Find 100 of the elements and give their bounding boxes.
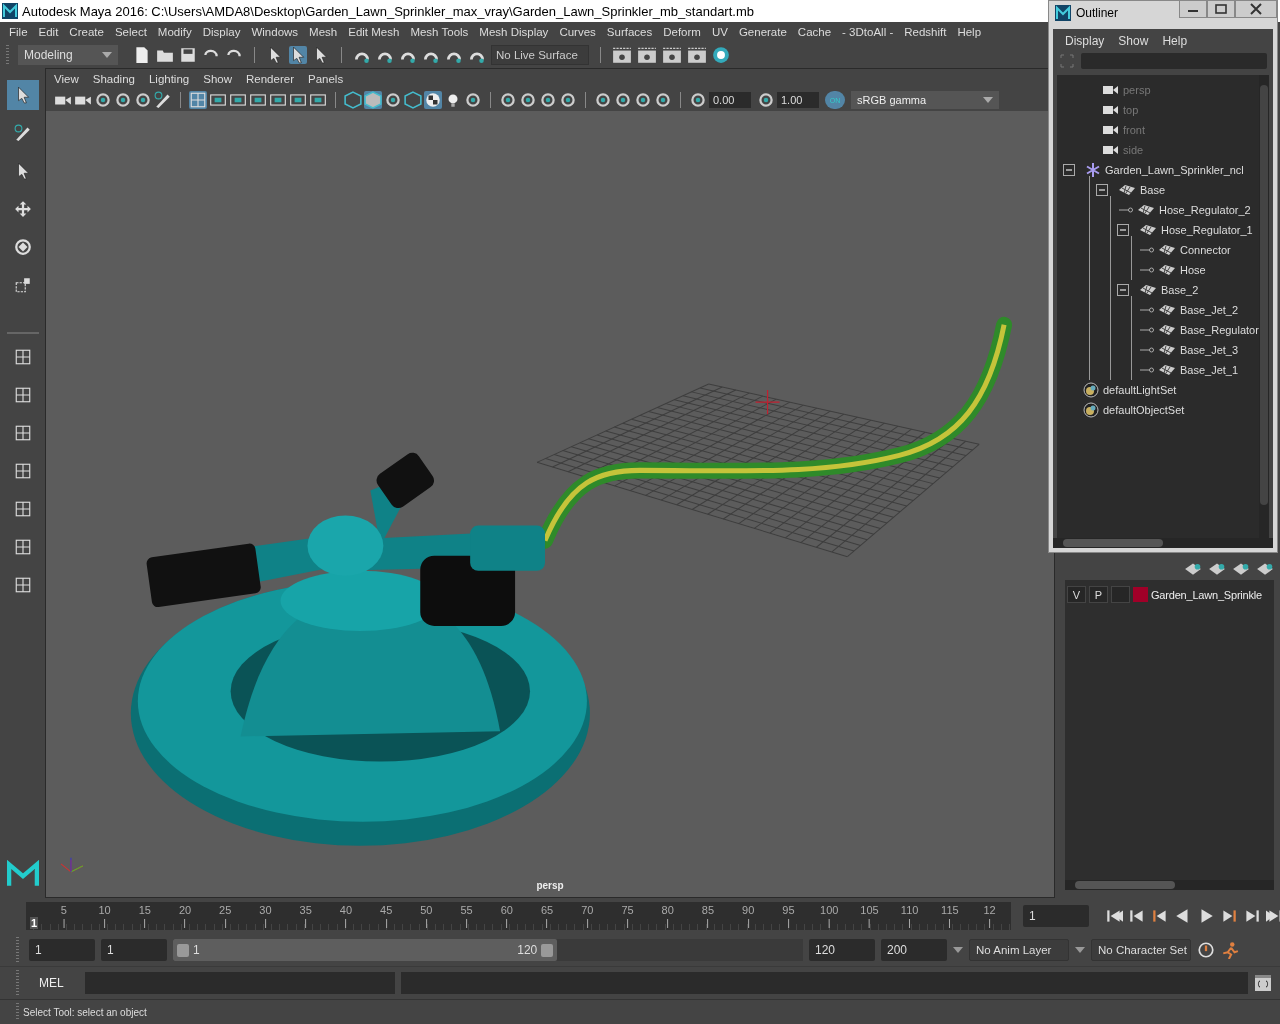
step-back-key-icon[interactable] [1128,907,1146,925]
scrollbar-thumb[interactable] [1063,539,1163,547]
menu-item[interactable]: Display [202,26,241,38]
panel-menu-item[interactable]: Lighting [148,73,190,85]
gate-mask-icon[interactable] [249,91,267,109]
menu-item[interactable]: - 3DtoAll - [842,26,894,38]
outliner-item[interactable]: defaultLightSet [1103,384,1177,396]
menu-item[interactable]: Help [1162,34,1188,48]
time-slider[interactable]: 1 5 10 15 20 25 30 35 40 45 50 55 60 65 70 75 80 85 90 95 100 105 110 115 12 [26,902,1011,930]
menu-item[interactable]: Mesh Tools [410,26,469,38]
render-view-icon[interactable] [612,46,632,64]
layer-name[interactable]: Garden_Lawn_Sprinkle [1151,588,1262,601]
outliner-item[interactable]: Hose_Regulator_1 [1161,224,1253,236]
hypershade-icon[interactable] [712,46,730,64]
end-time-field[interactable]: 200 [881,939,947,961]
playback-end-field[interactable]: 120 [809,939,875,961]
new-layer-icon[interactable] [1232,562,1250,576]
collapse-toggle[interactable] [1117,224,1129,236]
title-safe-icon[interactable] [309,91,327,109]
character-set-dropdown[interactable]: No Character Set [1091,939,1191,961]
script-editor-icon[interactable] [1254,974,1272,992]
menu-item[interactable]: UV [711,26,728,38]
render-settings-icon[interactable] [687,46,707,64]
outliner-item[interactable]: Base_Jet_2 [1180,304,1239,316]
go-start-icon[interactable] [1105,907,1123,925]
scrollbar-thumb[interactable] [1075,881,1175,889]
layer-color-swatch[interactable] [1133,587,1148,602]
menu-item[interactable]: Edit [38,26,59,38]
wireframe-shaded-icon[interactable] [404,91,422,109]
reference-toggle[interactable] [1111,586,1130,603]
save-icon[interactable] [179,46,197,64]
menu-item[interactable]: Curves [559,26,596,38]
collapse-toggle[interactable] [1117,284,1129,296]
collapse-toggle[interactable] [1063,164,1075,176]
safe-action-icon[interactable] [289,91,307,109]
minimize-icon[interactable] [1179,0,1207,18]
panel-menu-item[interactable]: Shading [92,73,135,85]
step-back-frame-icon[interactable] [1151,907,1169,925]
layout-icon[interactable] [13,576,32,594]
menu-item[interactable]: Redshift [904,26,947,38]
panel-menu-item[interactable]: Renderer [246,73,294,85]
move-layer-up-icon[interactable] [1184,562,1202,576]
search-field[interactable] [1081,53,1267,69]
scrollbar-thumb[interactable] [1260,85,1268,505]
field-chart-icon[interactable] [269,91,287,109]
menu-item[interactable]: Mesh Display [479,26,549,38]
menu-item[interactable]: Deform [663,26,701,38]
grid-icon[interactable] [189,91,207,109]
single-pane-icon[interactable] [13,348,32,366]
outliner-item[interactable]: Base_2 [1161,284,1199,296]
anim-layer-dropdown[interactable]: No Anim Layer [969,939,1069,961]
outliner-item[interactable]: Garden_Lawn_Sprinkler_ncl [1105,164,1244,176]
auto-key-icon[interactable] [1197,941,1215,959]
film-gate-icon[interactable] [209,91,227,109]
workspace-dropdown[interactable]: Modeling [18,45,118,65]
outliner-item[interactable]: Connector [1180,244,1231,256]
outliner-item[interactable]: Base [1140,184,1166,196]
select-object-icon[interactable] [289,46,307,64]
menu-item[interactable]: Edit Mesh [348,26,400,38]
rotate-icon[interactable] [13,238,32,256]
menu-item[interactable]: Show [1118,34,1149,48]
command-input-field[interactable] [85,972,395,994]
caret-icon[interactable] [1075,947,1085,953]
color-space-dropdown[interactable]: sRGB gamma [851,91,999,109]
two-pane-icon[interactable] [13,424,32,442]
caret-icon[interactable] [953,947,963,953]
collapse-toggle[interactable] [1096,184,1108,196]
gamma-field[interactable]: 1.00 [777,92,819,108]
current-frame-marker[interactable]: 1 [30,917,39,929]
start-time-field[interactable]: 1 [29,939,95,961]
panel-menu-item[interactable]: Panels [307,73,344,85]
range-slider-fill[interactable] [173,939,558,961]
outliner-item[interactable]: Base_Jet_3 [1180,344,1239,356]
ipr-render-icon[interactable] [662,46,682,64]
texture-icon[interactable] [424,91,442,109]
step-forward-frame-icon[interactable] [1220,907,1238,925]
file-icon[interactable] [133,46,151,64]
four-pane-icon[interactable] [13,386,32,404]
maximize-icon[interactable] [1207,0,1235,18]
menu-item[interactable]: File [9,26,28,38]
running-figure-icon[interactable] [1221,941,1239,959]
panel-menu-item[interactable]: View [54,73,79,85]
move-icon[interactable] [13,200,32,218]
menu-item[interactable]: Windows [251,26,299,38]
live-surface-field[interactable]: No Live Surface [491,45,589,65]
menu-item[interactable]: Mesh [309,26,338,38]
menu-item[interactable]: Help [957,26,982,38]
outliner-item[interactable]: Base_Jet_1 [1180,364,1239,376]
scale-icon[interactable] [13,276,32,294]
hypershade-pane-icon[interactable] [13,538,32,556]
range-slider[interactable]: 1 120 [173,939,803,961]
viewport[interactable]: persp [46,111,1054,897]
outliner-pane-icon[interactable] [13,462,32,480]
visibility-toggle[interactable]: V [1067,586,1086,603]
outliner-item[interactable]: Base_Regulator [1180,324,1259,336]
outliner-item[interactable]: defaultObjectSet [1103,404,1185,416]
step-forward-key-icon[interactable] [1243,907,1261,925]
render-icon[interactable] [637,46,657,64]
current-frame-field[interactable]: 1 [1023,905,1089,927]
panel-menu-item[interactable]: Show [203,73,232,85]
